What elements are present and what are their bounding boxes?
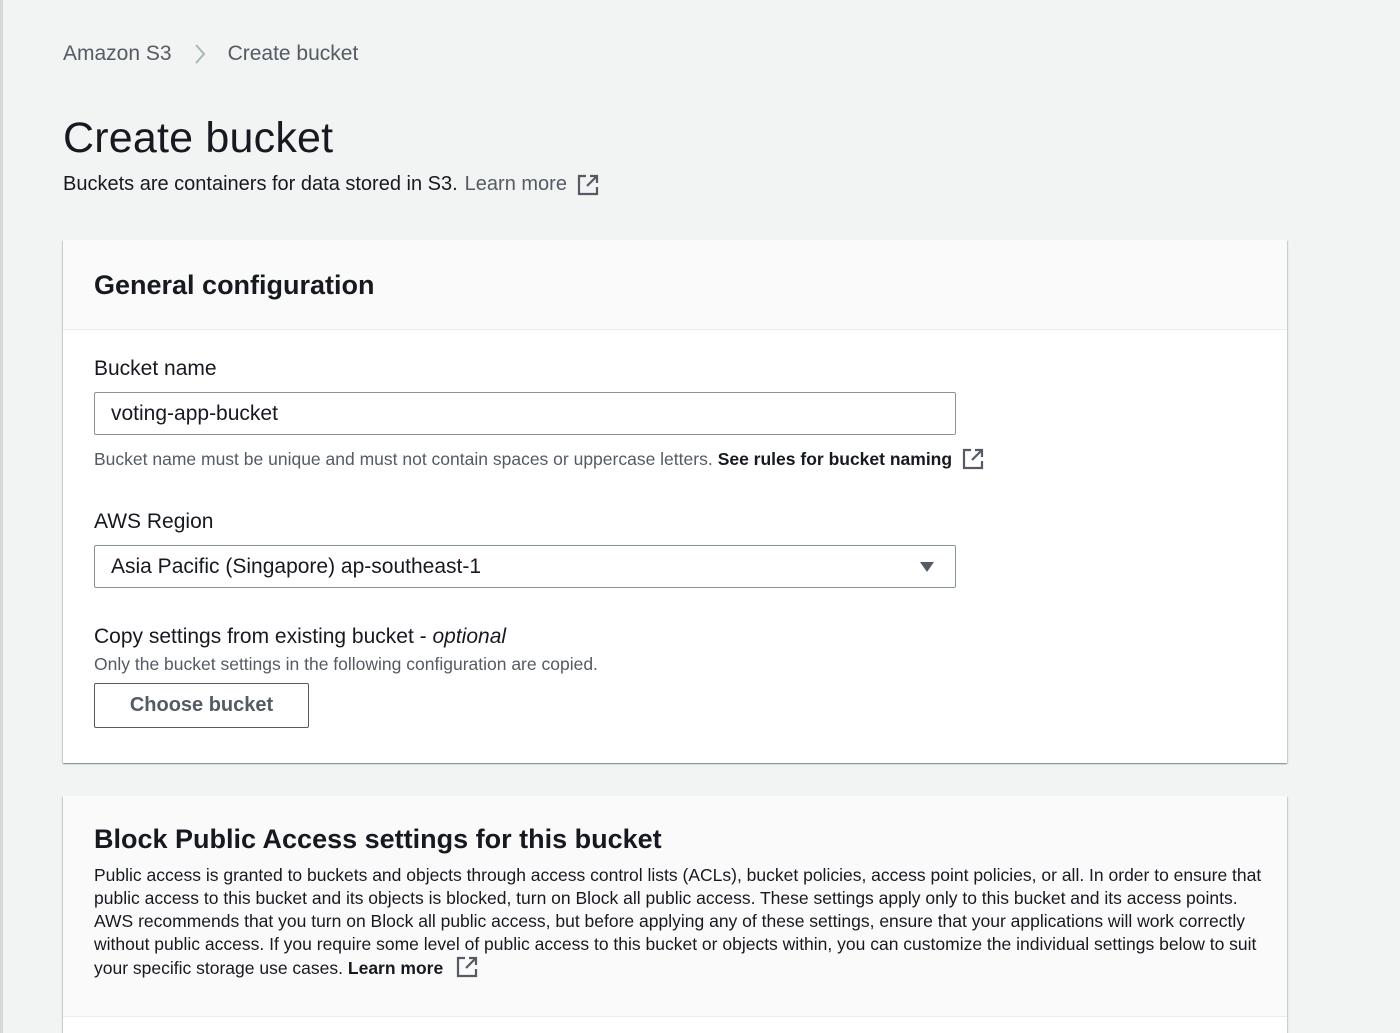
block-public-access-panel: Block Public Access settings for this bu… — [63, 796, 1287, 1033]
aws-region-value: Asia Pacific (Singapore) ap-southeast-1 — [111, 554, 482, 578]
general-configuration-panel: General configuration Bucket name voting… — [63, 240, 1287, 763]
optional-tag: optional — [432, 625, 507, 648]
breadcrumb: Amazon S3 Create bucket — [63, 42, 358, 66]
external-link-icon[interactable] — [577, 174, 599, 196]
chevron-right-icon — [194, 44, 205, 64]
bucket-name-input[interactable]: voting-app-bucket — [94, 392, 956, 435]
choose-bucket-button[interactable]: Choose bucket — [94, 683, 309, 728]
learn-more-link[interactable]: Learn more — [465, 173, 567, 196]
page-left-border — [0, 0, 3, 1033]
aws-region-label: AWS Region — [94, 510, 214, 533]
copy-settings-label-text: Copy settings from existing bucket - — [94, 625, 433, 648]
external-link-icon[interactable] — [962, 448, 984, 470]
external-link-icon[interactable] — [456, 956, 478, 978]
bucket-name-value: voting-app-bucket — [111, 401, 278, 425]
bucket-name-hint-text: Bucket name must be unique and must not … — [94, 448, 713, 469]
general-configuration-title: General configuration — [94, 270, 375, 300]
page-title: Create bucket — [63, 114, 334, 162]
copy-settings-label: Copy settings from existing bucket - opt… — [94, 625, 506, 649]
breadcrumb-current: Create bucket — [227, 42, 359, 65]
block-public-access-description: Public access is granted to buckets and … — [94, 864, 1264, 980]
bucket-name-label: Bucket name — [94, 357, 217, 380]
block-public-access-description-text: Public access is granted to buckets and … — [94, 865, 1262, 978]
block-public-access-learn-more-link[interactable]: Learn more — [348, 958, 443, 978]
bucket-naming-rules-link[interactable]: See rules for bucket naming — [718, 449, 952, 470]
general-configuration-header: General configuration — [63, 240, 1287, 330]
block-public-access-header: Block Public Access settings for this bu… — [63, 796, 1287, 1017]
bucket-name-hint: Bucket name must be unique and must not … — [94, 448, 984, 470]
page-description-text: Buckets are containers for data stored i… — [63, 173, 458, 195]
block-public-access-title: Block Public Access settings for this bu… — [94, 824, 662, 854]
breadcrumb-root-link[interactable]: Amazon S3 — [63, 42, 172, 66]
copy-settings-hint: Only the bucket settings in the followin… — [94, 654, 598, 674]
aws-region-select[interactable]: Asia Pacific (Singapore) ap-southeast-1 — [94, 545, 956, 588]
caret-down-icon — [920, 562, 934, 572]
page-description: Buckets are containers for data stored i… — [63, 173, 599, 196]
